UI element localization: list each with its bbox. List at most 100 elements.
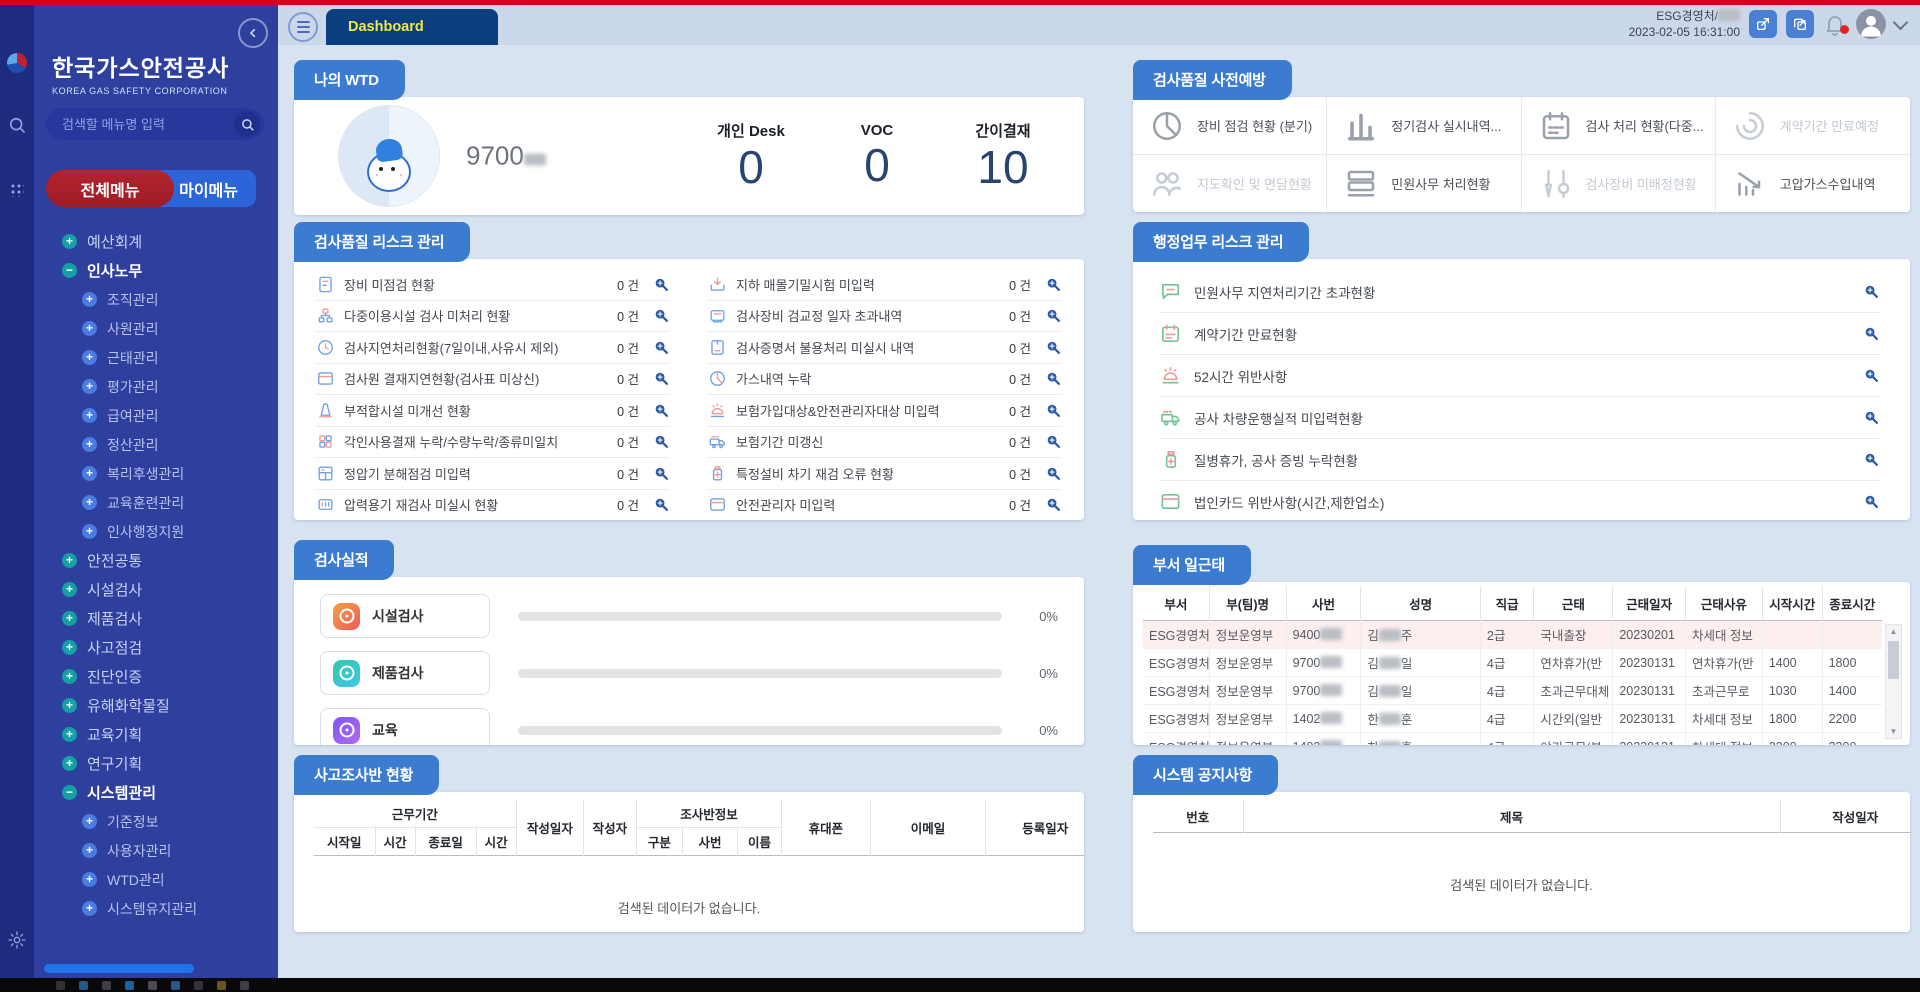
sidebar-item-기준정보[interactable]: +기준정보 — [34, 807, 278, 836]
performance-label-button[interactable]: 시설검사 — [320, 594, 490, 638]
copy-window-icon[interactable] — [1786, 10, 1814, 38]
sidebar-item-시스템유지관리[interactable]: +시스템유지관리 — [34, 894, 278, 923]
tab-dashboard[interactable]: Dashboard — [326, 9, 498, 45]
sidebar-item-인사노무[interactable]: −인사노무 — [34, 256, 278, 285]
expand-icon[interactable]: + — [62, 611, 77, 626]
zoom-glass-icon[interactable] — [653, 496, 670, 513]
zoom-glass-icon[interactable] — [1863, 409, 1880, 426]
sidebar-item-진단인증[interactable]: +진단인증 — [34, 662, 278, 691]
zoom-glass-icon[interactable] — [1045, 307, 1062, 324]
prevention-tile-검사 처리 현황(다중...[interactable]: 검사 처리 현황(다중... — [1522, 97, 1716, 155]
expand-icon[interactable]: + — [62, 234, 77, 249]
prevention-tile-지도확인 및 면담현황[interactable]: 지도확인 및 면담현황 — [1133, 155, 1327, 212]
sidebar-item-안전공통[interactable]: +안전공통 — [34, 546, 278, 575]
zoom-glass-icon[interactable] — [1045, 339, 1062, 356]
zoom-glass-icon[interactable] — [1863, 451, 1880, 468]
search-icon[interactable] — [7, 115, 27, 135]
zoom-glass-icon[interactable] — [1863, 283, 1880, 300]
expand-icon[interactable]: + — [82, 814, 97, 829]
sidebar-item-평가관리[interactable]: +평가관리 — [34, 372, 278, 401]
tab-all-menu[interactable]: 전체메뉴 — [46, 170, 174, 207]
apps-grid-icon[interactable] — [10, 183, 24, 197]
zoom-glass-icon[interactable] — [653, 339, 670, 356]
scroll-down-icon[interactable]: ▼ — [1886, 727, 1901, 736]
sidebar-item-사고점검[interactable]: +사고점검 — [34, 633, 278, 662]
zoom-glass-icon[interactable] — [653, 402, 670, 419]
scrollbar-thumb[interactable] — [1888, 641, 1899, 679]
expand-icon[interactable]: + — [82, 379, 97, 394]
expand-icon[interactable]: + — [82, 901, 97, 916]
expand-icon[interactable]: + — [62, 669, 77, 684]
performance-label-button[interactable]: 교육 — [320, 708, 490, 745]
prevention-tile-민원사무 처리현황[interactable]: 민원사무 처리현황 — [1327, 155, 1521, 212]
zoom-glass-icon[interactable] — [1863, 493, 1880, 510]
sidebar-item-예산회계[interactable]: +예산회계 — [34, 227, 278, 256]
zoom-glass-icon[interactable] — [1863, 367, 1880, 384]
collapse-icon[interactable]: − — [62, 785, 77, 800]
expand-icon[interactable]: + — [82, 437, 97, 452]
sidebar-item-급여관리[interactable]: +급여관리 — [34, 401, 278, 430]
settings-gear-icon[interactable] — [7, 930, 27, 950]
table-row[interactable]: ESG경영처정보운영부9700김일4급연차휴가(반20230131연차휴가(반1… — [1143, 649, 1882, 677]
sidebar-item-WTD관리[interactable]: +WTD관리 — [34, 865, 278, 894]
sidebar-item-복리후생관리[interactable]: +복리후생관리 — [34, 459, 278, 488]
prevention-tile-장비 점검 현황 (분기)[interactable]: 장비 점검 현황 (분기) — [1133, 97, 1327, 155]
zoom-glass-icon[interactable] — [1045, 433, 1062, 450]
expand-icon[interactable]: + — [62, 640, 77, 655]
open-window-icon[interactable] — [1749, 10, 1777, 38]
prevention-tile-정기검사 실시내역...[interactable]: 정기검사 실시내역... — [1327, 97, 1521, 155]
zoom-glass-icon[interactable] — [1045, 276, 1062, 293]
zoom-glass-icon[interactable] — [1045, 370, 1062, 387]
collapse-icon[interactable]: − — [62, 263, 77, 278]
zoom-glass-icon[interactable] — [653, 370, 670, 387]
wtd-stat-2[interactable]: 간이결재10 — [966, 120, 1040, 191]
expand-icon[interactable]: + — [62, 582, 77, 597]
expand-icon[interactable]: + — [82, 321, 97, 336]
wtd-stat-0[interactable]: 개인 Desk0 — [714, 120, 788, 191]
chevron-down-icon[interactable] — [1893, 14, 1909, 30]
sidebar-collapse-button[interactable] — [238, 18, 268, 48]
sidebar-item-사용자관리[interactable]: +사용자관리 — [34, 836, 278, 865]
sidebar-item-연구기획[interactable]: +연구기획 — [34, 749, 278, 778]
sidebar-item-사원관리[interactable]: +사원관리 — [34, 314, 278, 343]
sidebar-item-시스템관리[interactable]: −시스템관리 — [34, 778, 278, 807]
expand-icon[interactable]: + — [62, 727, 77, 742]
scroll-up-icon[interactable]: ▲ — [1886, 627, 1901, 636]
table-row[interactable]: ESG경영처정보운영부1402한훈4급시간외(일반20230131차세대 정보1… — [1143, 705, 1882, 733]
sidebar-item-유해화학물질[interactable]: +유해화학물질 — [34, 691, 278, 720]
expand-icon[interactable]: + — [82, 292, 97, 307]
zoom-glass-icon[interactable] — [1045, 496, 1062, 513]
expand-icon[interactable]: + — [62, 553, 77, 568]
expand-icon[interactable]: + — [82, 466, 97, 481]
prevention-tile-계약기간 만료예정[interactable]: 계약기간 만료예정 — [1716, 97, 1910, 155]
zoom-glass-icon[interactable] — [1045, 402, 1062, 419]
table-row[interactable]: ESG경영처정보운영부1402한훈4급야간근무(본20230131차세대 정보2… — [1143, 733, 1882, 746]
expand-icon[interactable]: + — [62, 698, 77, 713]
notification-bell-icon[interactable] — [1823, 12, 1847, 36]
attendance-scrollbar[interactable]: ▲ ▼ — [1885, 624, 1902, 739]
wtd-stat-1[interactable]: VOC0 — [840, 122, 914, 189]
prevention-tile-고압가스수입내역[interactable]: 고압가스수입내역 — [1716, 155, 1910, 212]
hamburger-menu-icon[interactable] — [288, 12, 318, 42]
expand-icon[interactable]: + — [82, 408, 97, 423]
performance-label-button[interactable]: 제품검사 — [320, 651, 490, 695]
zoom-glass-icon[interactable] — [653, 433, 670, 450]
sidebar-item-교육훈련관리[interactable]: +교육훈련관리 — [34, 488, 278, 517]
sidebar-item-제품검사[interactable]: +제품검사 — [34, 604, 278, 633]
menu-search-button[interactable] — [234, 111, 260, 137]
sidebar-item-인사행정지원[interactable]: +인사행정지원 — [34, 517, 278, 546]
expand-icon[interactable]: + — [82, 350, 97, 365]
sidebar-item-근태관리[interactable]: +근태관리 — [34, 343, 278, 372]
expand-icon[interactable]: + — [82, 495, 97, 510]
expand-icon[interactable]: + — [82, 843, 97, 858]
zoom-glass-icon[interactable] — [653, 307, 670, 324]
sidebar-item-정산관리[interactable]: +정산관리 — [34, 430, 278, 459]
menu-search-input[interactable] — [60, 116, 234, 133]
zoom-glass-icon[interactable] — [653, 276, 670, 293]
table-row[interactable]: ESG경영처정보운영부9400김주2급국내출장20230201차세대 정보 — [1143, 621, 1882, 649]
zoom-glass-icon[interactable] — [1863, 325, 1880, 342]
table-row[interactable]: ESG경영처정보운영부9700김일4급초과근무대체20230131초과근무로10… — [1143, 677, 1882, 705]
expand-icon[interactable]: + — [62, 756, 77, 771]
zoom-glass-icon[interactable] — [1045, 465, 1062, 482]
prevention-tile-검사장비 미배정현황[interactable]: 검사장비 미배정현황 — [1522, 155, 1716, 212]
